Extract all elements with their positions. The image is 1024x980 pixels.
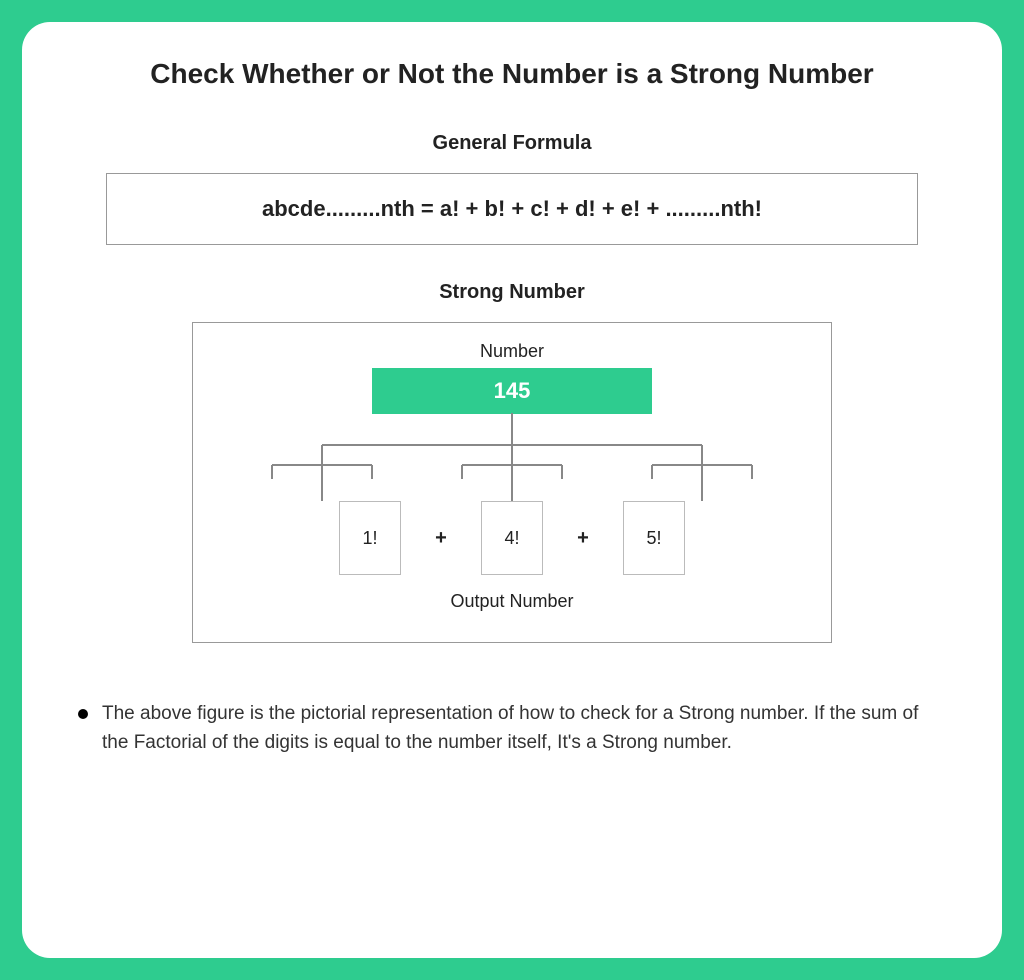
- strong-heading: Strong Number: [439, 281, 585, 304]
- digit-box-3: 5!: [623, 501, 685, 575]
- formula-box: abcde.........nth = a! + b! + c! + d! + …: [106, 173, 918, 245]
- digit-box-1: 1!: [339, 501, 401, 575]
- page-title: Check Whether or Not the Number is a Str…: [66, 58, 958, 90]
- number-chip: 145: [372, 368, 652, 414]
- formula-heading: General Formula: [66, 132, 958, 155]
- formula-section: General Formula abcde.........nth = a! +…: [66, 132, 958, 281]
- plus-2: +: [573, 527, 593, 550]
- note-text: The above figure is the pictorial repres…: [74, 699, 950, 758]
- output-label: Output Number: [450, 591, 573, 612]
- number-label: Number: [480, 341, 544, 362]
- plus-1: +: [431, 527, 451, 550]
- card: Check Whether or Not the Number is a Str…: [22, 22, 1002, 958]
- digits-row: 1! + 4! + 5!: [339, 501, 685, 575]
- strong-number-section: Strong Number Number 145: [66, 281, 958, 643]
- note-section: The above figure is the pictorial repres…: [66, 699, 958, 758]
- strong-box: Number 145: [192, 322, 832, 643]
- digit-box-2: 4!: [481, 501, 543, 575]
- tree-connector: [262, 413, 762, 503]
